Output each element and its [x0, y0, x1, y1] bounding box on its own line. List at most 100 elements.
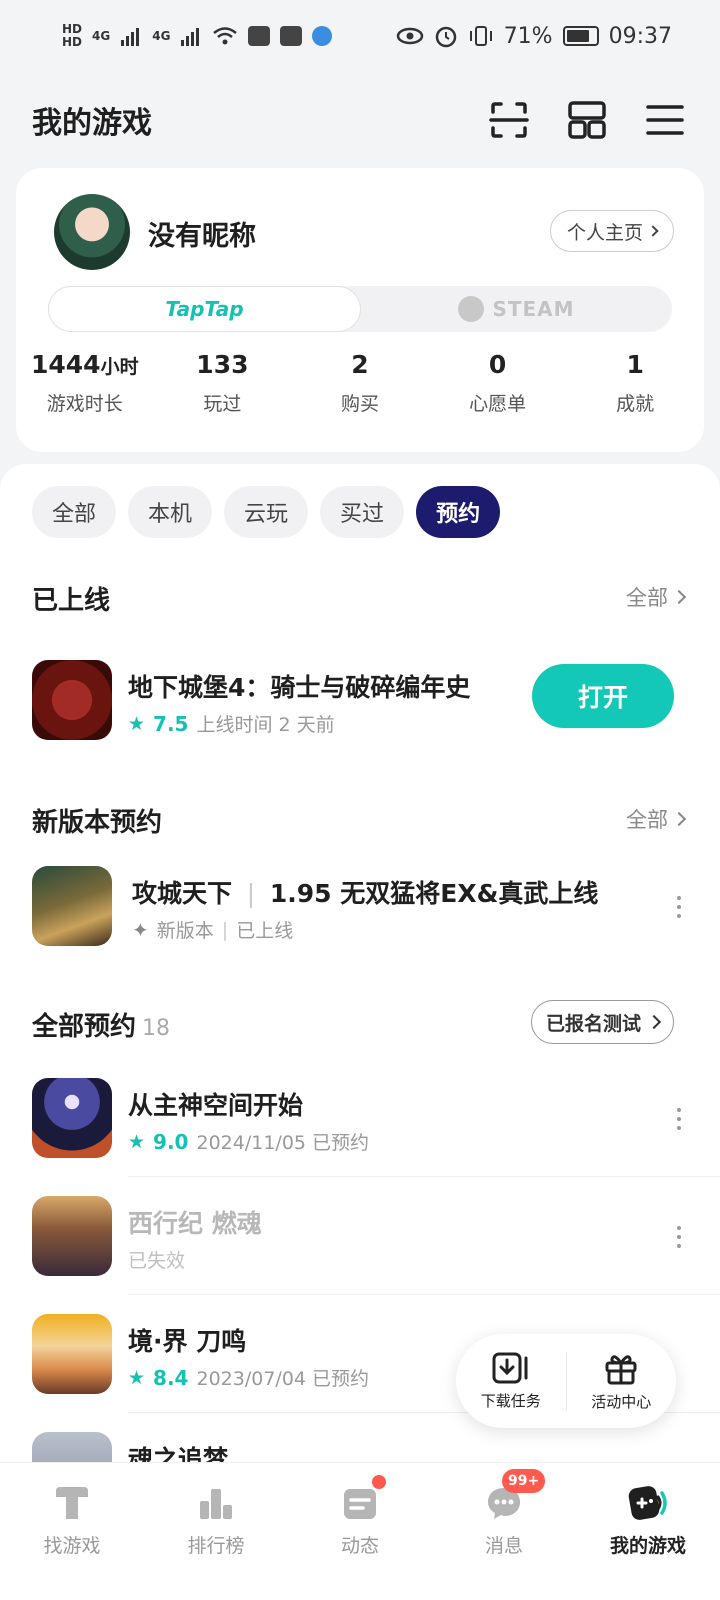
- stat-achievements[interactable]: 1 成就: [566, 350, 704, 416]
- tab-taptap[interactable]: TapTap: [48, 286, 361, 332]
- status-bar: HD HD 4G 4G 71% 09:37: [0, 0, 720, 72]
- game-name: 从主神空间开始: [128, 1091, 304, 1120]
- eye-icon: [396, 27, 423, 45]
- clock: 09:37: [608, 23, 672, 49]
- nickname[interactable]: 没有昵称: [148, 214, 256, 253]
- filter-chips: 全部 本机 云玩 买过 预约: [32, 486, 501, 538]
- grid-icon[interactable]: [564, 97, 610, 143]
- feed-badge-dot: [372, 1475, 386, 1489]
- avatar[interactable]: [54, 194, 130, 270]
- nav-feed[interactable]: 动态: [288, 1463, 432, 1600]
- game-rating: 9.0: [153, 1129, 189, 1154]
- nav-messages[interactable]: 99+ 消息: [432, 1463, 576, 1600]
- game-meta-text: 已失效: [128, 1250, 186, 1272]
- section-online-more[interactable]: 全部: [626, 582, 687, 612]
- divider: [128, 1294, 720, 1295]
- download-tasks-button[interactable]: 下载任务: [456, 1352, 566, 1411]
- activity-label: 活动中心: [591, 1392, 652, 1411]
- messages-badge: 99+: [502, 1469, 546, 1493]
- vibrate-icon: [469, 26, 492, 46]
- stat-wishlist[interactable]: 0 心愿单: [429, 350, 567, 416]
- stat-playtime[interactable]: 1444小时 游戏时长: [16, 350, 154, 416]
- game-meta-text: 2024/11/05 已预约: [196, 1132, 370, 1154]
- game-icon: [32, 1078, 112, 1158]
- online-game-row[interactable]: 地下城堡4：骑士与破碎编年史 ★ 7.5 上线时间 2 天前 打开: [32, 660, 720, 760]
- nav-my-games[interactable]: 我的游戏: [576, 1463, 720, 1600]
- filter-local[interactable]: 本机: [128, 486, 213, 538]
- game-meta: ✦ 新版本 | 已上线: [132, 916, 293, 943]
- stat-value: 133: [196, 350, 249, 379]
- game-name: 境·界 刀鸣: [128, 1327, 247, 1356]
- stats-row: 1444小时 游戏时长 133 玩过 2 购买 0 心愿单 1 成就: [16, 350, 704, 416]
- stat-label: 游戏时长: [46, 393, 123, 415]
- signal2-icon: [181, 28, 200, 46]
- tab-steam[interactable]: STEAM: [361, 286, 672, 332]
- nav-label: 消息: [484, 1535, 523, 1557]
- page-title: 我的游戏: [32, 106, 152, 141]
- sparkle-icon: ✦: [132, 917, 149, 942]
- nav-label: 我的游戏: [609, 1535, 686, 1557]
- stat-value: 1444: [30, 350, 101, 379]
- nav-rankings[interactable]: 排行榜: [144, 1463, 288, 1600]
- tag-new-version: 新版本: [156, 920, 214, 942]
- registered-test-button[interactable]: 已报名测试: [530, 1000, 674, 1044]
- gift-icon: [605, 1354, 637, 1384]
- reservations-title: 全部预约: [32, 1012, 137, 1042]
- battery-icon: [562, 26, 599, 46]
- chevron-right-icon: [671, 811, 687, 827]
- stat-purchased[interactable]: 2 购买: [291, 350, 429, 416]
- filter-cloud[interactable]: 云玩: [224, 486, 309, 538]
- nav-label: 排行榜: [187, 1535, 245, 1557]
- stat-label: 玩过: [203, 393, 242, 415]
- filter-purchased[interactable]: 买过: [320, 486, 405, 538]
- homepage-button[interactable]: 个人主页: [549, 210, 674, 252]
- star-icon: ★: [128, 1366, 146, 1389]
- activity-center-button[interactable]: 活动中心: [567, 1351, 677, 1412]
- filter-all[interactable]: 全部: [32, 486, 117, 538]
- leaderboard-icon: [194, 1481, 238, 1525]
- network2-label: 4G: [152, 28, 171, 43]
- chevron-right-icon: [647, 225, 659, 237]
- game-name: 西行纪 燃魂: [128, 1209, 262, 1238]
- bottom-nav: 找游戏 排行榜 动态 99+ 消息 我的游戏: [0, 1462, 720, 1600]
- more-options-icon[interactable]: [676, 1108, 682, 1130]
- section-newversion-more[interactable]: 全部: [626, 804, 687, 834]
- game-meta: ★ 8.4 2023/07/04 已预约: [128, 1364, 369, 1391]
- game-icon: [32, 1314, 112, 1394]
- separator: |: [246, 879, 256, 908]
- games-sheet: 全部 本机 云玩 买过 预约 已上线 全部 地下城堡4：骑士与破碎编年史 ★ 7…: [0, 464, 720, 1512]
- more-options-icon[interactable]: [676, 1226, 682, 1248]
- separator: |: [221, 918, 229, 941]
- reservation-row[interactable]: 西行纪 燃魂 已失效: [32, 1196, 720, 1296]
- stat-unit: 小时: [100, 356, 139, 378]
- divider: [128, 1176, 720, 1177]
- chevron-right-icon: [646, 1014, 662, 1030]
- filter-reserved[interactable]: 预约: [416, 486, 501, 538]
- steam-label: STEAM: [492, 297, 575, 321]
- reservation-row[interactable]: 从主神空间开始 ★ 9.0 2024/11/05 已预约: [32, 1078, 720, 1178]
- scan-icon[interactable]: [486, 97, 532, 143]
- open-button[interactable]: 打开: [532, 664, 674, 728]
- registered-label: 已报名测试: [545, 1012, 641, 1035]
- star-icon: ★: [128, 712, 146, 735]
- profile-card: 没有昵称 个人主页 TapTap STEAM 1444小时 游戏时长 133 玩…: [16, 168, 704, 452]
- more-label: 全部: [626, 586, 668, 610]
- newversion-game-row[interactable]: 攻城天下 | 1.95 无双猛将EX&真武上线 ✦ 新版本 | 已上线: [32, 866, 720, 966]
- section-online-title: 已上线: [32, 586, 111, 616]
- stat-played[interactable]: 133 玩过: [154, 350, 292, 416]
- more-options-icon[interactable]: [676, 896, 682, 918]
- reservations-count: 18: [142, 1016, 171, 1041]
- sim-indicator: HD HD: [62, 23, 82, 49]
- notification-app-icon-2: [280, 26, 303, 46]
- battery-percent: 71%: [503, 23, 553, 49]
- menu-icon[interactable]: [642, 97, 688, 143]
- stat-label: 购买: [340, 393, 379, 415]
- nav-find-games[interactable]: 找游戏: [0, 1463, 144, 1600]
- steam-icon: [458, 296, 485, 322]
- floating-panel: 下载任务 活动中心: [456, 1334, 676, 1428]
- game-meta: ★ 7.5 上线时间 2 天前: [128, 710, 335, 737]
- nav-label: 动态: [340, 1535, 379, 1557]
- header: 我的游戏: [0, 90, 720, 150]
- download-label: 下载任务: [480, 1391, 541, 1410]
- game-name: 地下城堡4：骑士与破碎编年史: [128, 673, 471, 702]
